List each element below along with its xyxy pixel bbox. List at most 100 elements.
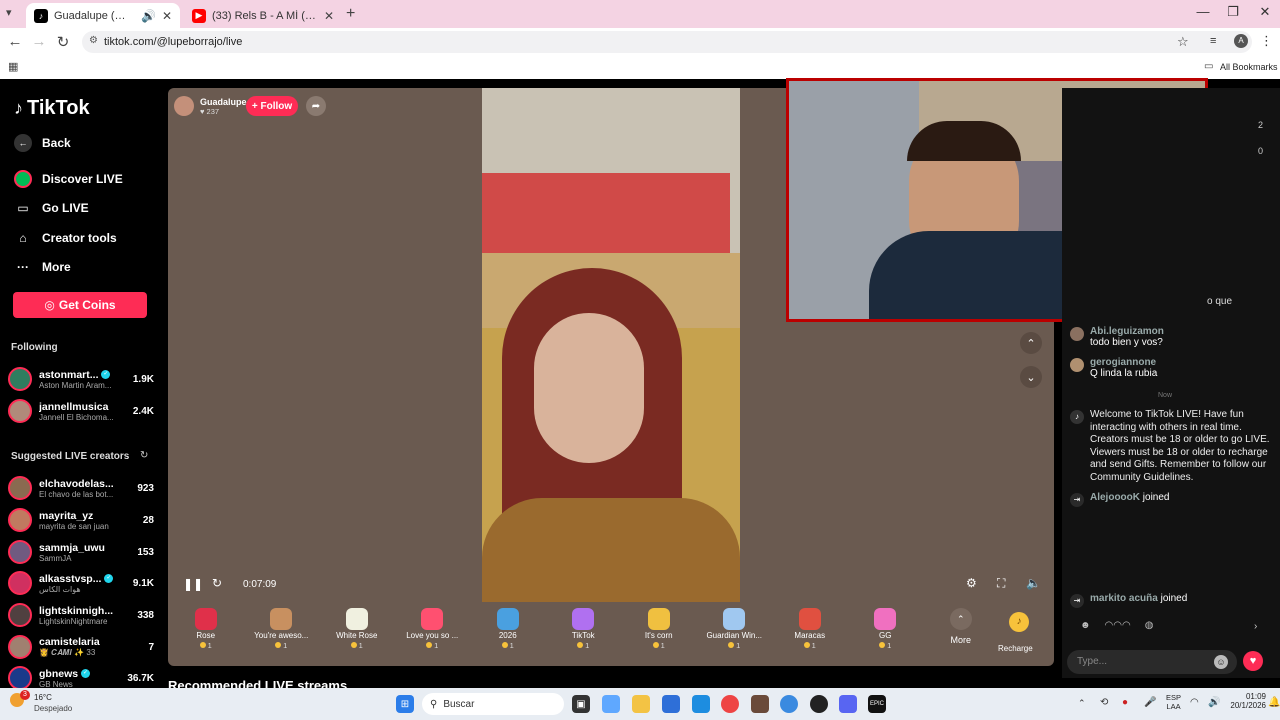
browser-menu-icon[interactable]: ⋮ bbox=[1260, 33, 1273, 49]
media-control-icon[interactable]: ≡ bbox=[1210, 35, 1216, 47]
pause-icon[interactable]: ❚❚ bbox=[183, 577, 203, 591]
chat-input[interactable]: Type... bbox=[1067, 650, 1237, 674]
reload-icon[interactable]: ↻ bbox=[54, 33, 72, 51]
system-tray-icon[interactable]: ⟲ bbox=[1100, 697, 1108, 708]
suggested-item[interactable]: elchavodelas... El chavo de las bot... 92… bbox=[8, 474, 154, 502]
discord-icon[interactable] bbox=[839, 695, 857, 713]
live-icon bbox=[14, 170, 32, 188]
suggested-item[interactable]: camistelaria 👸 𝑪𝑨𝑴𝑰 ✨ 33 7 bbox=[8, 633, 154, 661]
gift-item[interactable]: Maracas 1 bbox=[772, 604, 848, 666]
live-video-feed[interactable] bbox=[482, 88, 740, 602]
recharge-button[interactable]: ♪ Recharge bbox=[990, 604, 1048, 662]
browser-tab-youtube[interactable]: ▶ (33) Rels B - A MÍ (Videoclip Of ✕ bbox=[184, 3, 342, 28]
refresh-icon[interactable]: ↻ bbox=[140, 450, 148, 461]
browser-tab-tiktok[interactable]: ♪ Guadalupe (@lupeborrajo) 🔊 ✕ bbox=[26, 3, 180, 28]
clock[interactable]: 01:09 20/1/2026 bbox=[1222, 692, 1266, 710]
box-shape bbox=[482, 173, 730, 253]
close-tab-icon[interactable]: ✕ bbox=[324, 9, 334, 23]
gift-item[interactable]: 2026 1 bbox=[470, 604, 546, 666]
chrome-icon[interactable] bbox=[721, 695, 739, 713]
close-tab-icon[interactable]: ✕ bbox=[162, 9, 172, 23]
gift-more-button[interactable]: ⌃ More bbox=[923, 604, 999, 666]
gift-item[interactable]: Rose 1 bbox=[168, 604, 244, 666]
emoji-icon[interactable]: ◠◠◠ bbox=[1105, 620, 1131, 638]
weather-desc: Despejado bbox=[34, 704, 73, 713]
avatar bbox=[8, 540, 32, 564]
tray-app-icon[interactable]: ● bbox=[1122, 697, 1128, 708]
speaker-icon[interactable]: 🔊 bbox=[1208, 697, 1220, 708]
nav-go-live[interactable]: ▭ Go LIVE bbox=[14, 199, 88, 217]
url-field[interactable]: ⚙ tiktok.com/@lupeborrajo/live bbox=[82, 31, 1252, 53]
game-app-icon[interactable] bbox=[751, 695, 769, 713]
notifications-icon[interactable]: 🔔 bbox=[1268, 697, 1280, 708]
forward-icon[interactable]: → bbox=[30, 33, 48, 50]
suggested-item[interactable]: alkasstvsp... ✓ هوات الكاس 9.1K bbox=[8, 569, 154, 597]
file-explorer-icon[interactable] bbox=[632, 695, 650, 713]
tab-search-icon[interactable]: ▾ bbox=[6, 6, 12, 19]
gift-item[interactable]: You're aweso... 1 bbox=[244, 604, 320, 666]
gift-item[interactable]: TikTok 1 bbox=[546, 604, 622, 666]
taskbar-search[interactable]: ⚲ Buscar bbox=[422, 693, 564, 715]
nav-more[interactable]: ··· More bbox=[14, 258, 71, 276]
tiktok-logo[interactable]: ♪ TikTok bbox=[14, 97, 90, 120]
volume-icon[interactable]: 🔈 bbox=[1026, 576, 1041, 590]
verified-icon: ✓ bbox=[81, 669, 91, 679]
nav-discover-live[interactable]: Discover LIVE bbox=[14, 170, 123, 188]
epic-games-icon[interactable]: EPIC bbox=[868, 695, 886, 713]
new-tab-icon[interactable]: + bbox=[346, 5, 355, 23]
all-bookmarks-link[interactable]: All Bookmarks bbox=[1220, 62, 1278, 72]
suggested-item[interactable]: lightskinnigh... LightskinNightmare 338 bbox=[8, 601, 154, 629]
ranking-count: 2 bbox=[1258, 120, 1264, 130]
task-view-icon[interactable]: ▣ bbox=[572, 695, 590, 713]
restore-icon[interactable]: ❐ bbox=[1218, 4, 1248, 20]
suggested-item[interactable]: sammja_uwu SammJA 153 bbox=[8, 538, 154, 566]
settings-icon[interactable]: ⚙ bbox=[966, 576, 977, 590]
chevron-up-icon[interactable]: ⌃ bbox=[1078, 698, 1086, 709]
gift-item[interactable]: GG 1 bbox=[848, 604, 924, 666]
follow-button[interactable]: + Follow bbox=[246, 96, 298, 116]
get-coins-button[interactable]: ◎ Get Coins bbox=[13, 292, 147, 318]
emoji-icon[interactable]: ◍ bbox=[1145, 620, 1154, 638]
following-item[interactable]: jannellmusica Jannell El Bichoma... 2.4K bbox=[8, 397, 154, 425]
following-item[interactable]: astonmart... ✓ Aston Martin Aram... 1.9K bbox=[8, 365, 154, 393]
chat-message: Abi.leguizamon todo bien y vos? bbox=[1070, 326, 1270, 348]
copilot-icon[interactable] bbox=[602, 695, 620, 713]
app-icon[interactable] bbox=[810, 695, 828, 713]
gift-item[interactable]: Love you so ... 1 bbox=[395, 604, 471, 666]
gift-item[interactable]: Guardian Win... 1 bbox=[697, 604, 773, 666]
minimize-icon[interactable]: — bbox=[1188, 4, 1218, 19]
suggested-item[interactable]: mayrita_yz mayrita de san juan 28 bbox=[8, 506, 154, 534]
host-info[interactable]: Guadalupe ♥ 237 bbox=[174, 95, 247, 117]
chevron-right-icon[interactable]: › bbox=[1254, 621, 1257, 632]
chevron-down-icon[interactable]: ⌄ bbox=[1020, 366, 1042, 388]
back-icon[interactable]: ← bbox=[6, 33, 24, 50]
close-window-icon[interactable]: ✕ bbox=[1250, 4, 1280, 20]
wifi-icon[interactable]: ◠ bbox=[1190, 697, 1199, 708]
windows-start-icon[interactable]: ⊞ bbox=[396, 695, 414, 713]
nav-back[interactable]: ← Back bbox=[14, 134, 71, 152]
emoji-icon[interactable]: ☻ bbox=[1080, 620, 1091, 638]
like-heart-icon[interactable]: ♥ bbox=[1243, 651, 1263, 671]
site-info-icon[interactable]: ⚙ bbox=[89, 35, 98, 46]
outlook-icon[interactable] bbox=[692, 695, 710, 713]
fullscreen-icon[interactable]: ⛶ bbox=[997, 576, 1005, 591]
apps-grid-icon[interactable]: ▦ bbox=[8, 60, 18, 73]
enter-icon: ⇥ bbox=[1070, 594, 1084, 608]
coin-icon: ♪ bbox=[1009, 612, 1029, 632]
bookmark-star-icon[interactable]: ☆ bbox=[1177, 34, 1189, 50]
gift-item[interactable]: It's corn 1 bbox=[621, 604, 697, 666]
microphone-icon[interactable]: 🎤 bbox=[1144, 697, 1156, 708]
chrome-profile-icon[interactable] bbox=[780, 695, 798, 713]
avatar bbox=[1070, 327, 1084, 341]
store-icon[interactable] bbox=[662, 695, 680, 713]
language-indicator[interactable]: ESP LAA bbox=[1166, 693, 1181, 711]
corn-gift-icon bbox=[647, 608, 670, 630]
share-icon[interactable]: ➦ bbox=[306, 96, 326, 116]
nav-creator-tools[interactable]: ⌂ Creator tools bbox=[14, 229, 116, 247]
chevron-up-icon[interactable]: ⌃ bbox=[1020, 332, 1042, 354]
gift-item[interactable]: White Rose 1 bbox=[319, 604, 395, 666]
replay-icon[interactable]: ↻ bbox=[212, 576, 222, 590]
host-avatar[interactable] bbox=[174, 96, 194, 116]
profile-avatar[interactable]: A bbox=[1234, 34, 1248, 48]
emoji-picker-icon[interactable]: ☺ bbox=[1214, 655, 1228, 669]
